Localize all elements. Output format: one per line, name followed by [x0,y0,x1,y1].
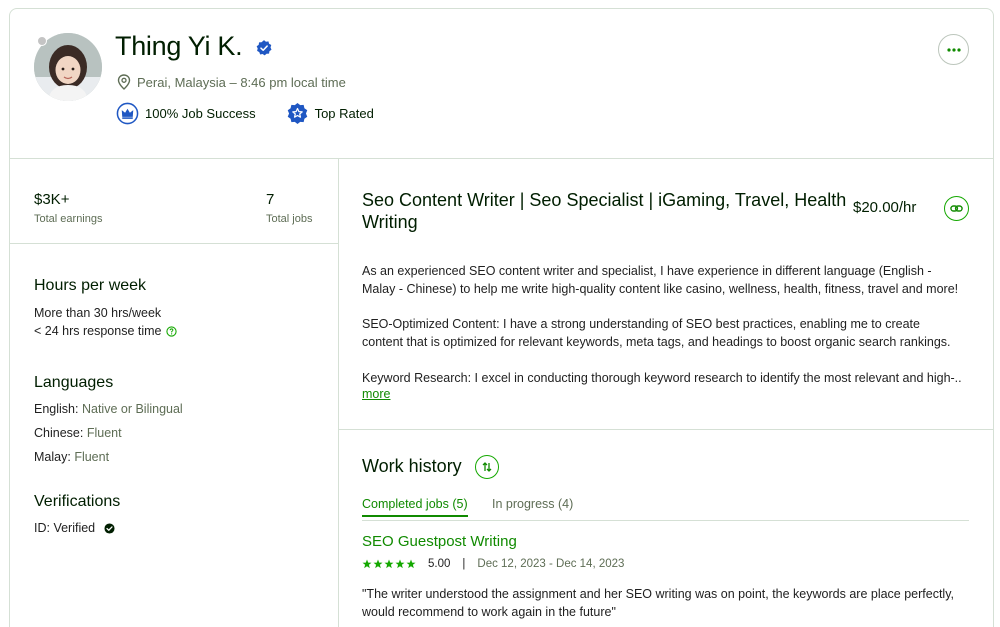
check-circle-icon [104,522,115,534]
job-title-link[interactable]: SEO Guestpost Writing [362,533,517,550]
id-verified-row: ID: Verified [34,521,115,535]
job-success-badge[interactable]: 100% Job Success [116,102,256,125]
total-earnings-label: Total earnings [34,213,103,225]
profile-location: Perai, Malaysia – 8:46 pm local time [117,74,346,90]
language-level: Native or Bilingual [81,402,183,416]
work-history-tabs: Completed jobs (5) In progress (4) [362,497,969,521]
language-level: Fluent [86,426,122,440]
star-icon [362,559,372,569]
more-options-button[interactable] [938,34,969,65]
total-jobs-value: 7 [266,191,275,208]
profile-card: Thing Yi K. Perai, Malaysia – 8:46 pm lo… [9,8,994,627]
top-rated-label: Top Rated [314,106,374,121]
profile-headline: Seo Content Writer | Seo Specialist | iG… [362,190,847,232]
crown-icon [116,102,139,125]
language-name: Chinese: [34,426,84,440]
id-verified-text: ID: Verified [34,521,96,535]
hourly-rate: $20.00/hr [853,199,917,216]
work-history-title: Work history [362,456,462,476]
location-text: Perai, Malaysia – 8:46 pm local time [137,74,346,90]
online-status-dot [37,36,47,46]
help-icon[interactable] [165,325,177,337]
language-item: English: Native or Bilingual [34,402,183,416]
main-content: Seo Content Writer | Seo Specialist | iG… [339,159,993,627]
star-icon [384,559,394,569]
total-earnings-value: $3K+ [34,191,70,208]
language-name: Malay: [34,450,71,464]
verified-badge-icon [256,40,272,56]
ellipsis-icon [946,47,961,52]
language-item: Chinese: Fluent [34,426,122,440]
sort-arrows-icon [482,462,492,472]
stats-panel: $3K+ Total earnings 7 Total jobs [10,159,338,244]
language-level: Fluent [74,450,110,464]
profile-name: Thing Yi K. [115,31,243,61]
availability-text: More than 30 hrs/week [34,306,162,320]
overview-paragraph: As an experienced SEO content writer and… [362,264,959,296]
star-rating [362,559,416,569]
star-icon [395,559,405,569]
location-pin-icon [117,74,131,90]
total-jobs-label: Total jobs [266,213,313,225]
language-item: Malay: Fluent [34,450,109,464]
response-time-text: < 24 hrs response time [34,324,162,338]
languages-title: Languages [34,374,114,391]
overview-paragraph: SEO-Optimized Content: I have a strong u… [362,317,951,349]
top-rated-icon [287,102,307,125]
profile-header: Thing Yi K. Perai, Malaysia – 8:46 pm lo… [10,9,993,159]
meta-separator: | [462,558,466,570]
star-icon [406,559,416,569]
copy-link-button[interactable] [944,196,969,221]
tab-completed-jobs[interactable]: Completed jobs (5) [362,497,468,517]
job-meta: 5.00 | Dec 12, 2023 - Dec 14, 2023 [362,558,624,570]
about-section: Seo Content Writer | Seo Specialist | iG… [339,159,993,430]
job-dates: Dec 12, 2023 - Dec 14, 2023 [477,558,625,570]
response-time-row: < 24 hrs response time [34,324,177,338]
job-success-label: 100% Job Success [145,106,256,121]
verifications-title: Verifications [34,493,121,510]
top-rated-badge[interactable]: Top Rated [286,102,374,125]
hours-per-week-title: Hours per week [34,277,147,294]
tab-in-progress[interactable]: In progress (4) [492,497,573,515]
sidebar: $3K+ Total earnings 7 Total jobs Hours p… [10,159,339,627]
overview-paragraph: Keyword Research: I excel in conducting … [362,371,962,385]
sort-button[interactable] [475,455,499,479]
rating-score: 5.00 [428,558,451,570]
show-more-link[interactable]: more [362,387,390,401]
client-review: "The writer understood the assignment an… [362,587,955,619]
language-name: English: [34,402,79,416]
star-icon [373,559,383,569]
link-icon [950,205,963,212]
profile-badges: 100% Job Success Top Rated [116,102,374,125]
